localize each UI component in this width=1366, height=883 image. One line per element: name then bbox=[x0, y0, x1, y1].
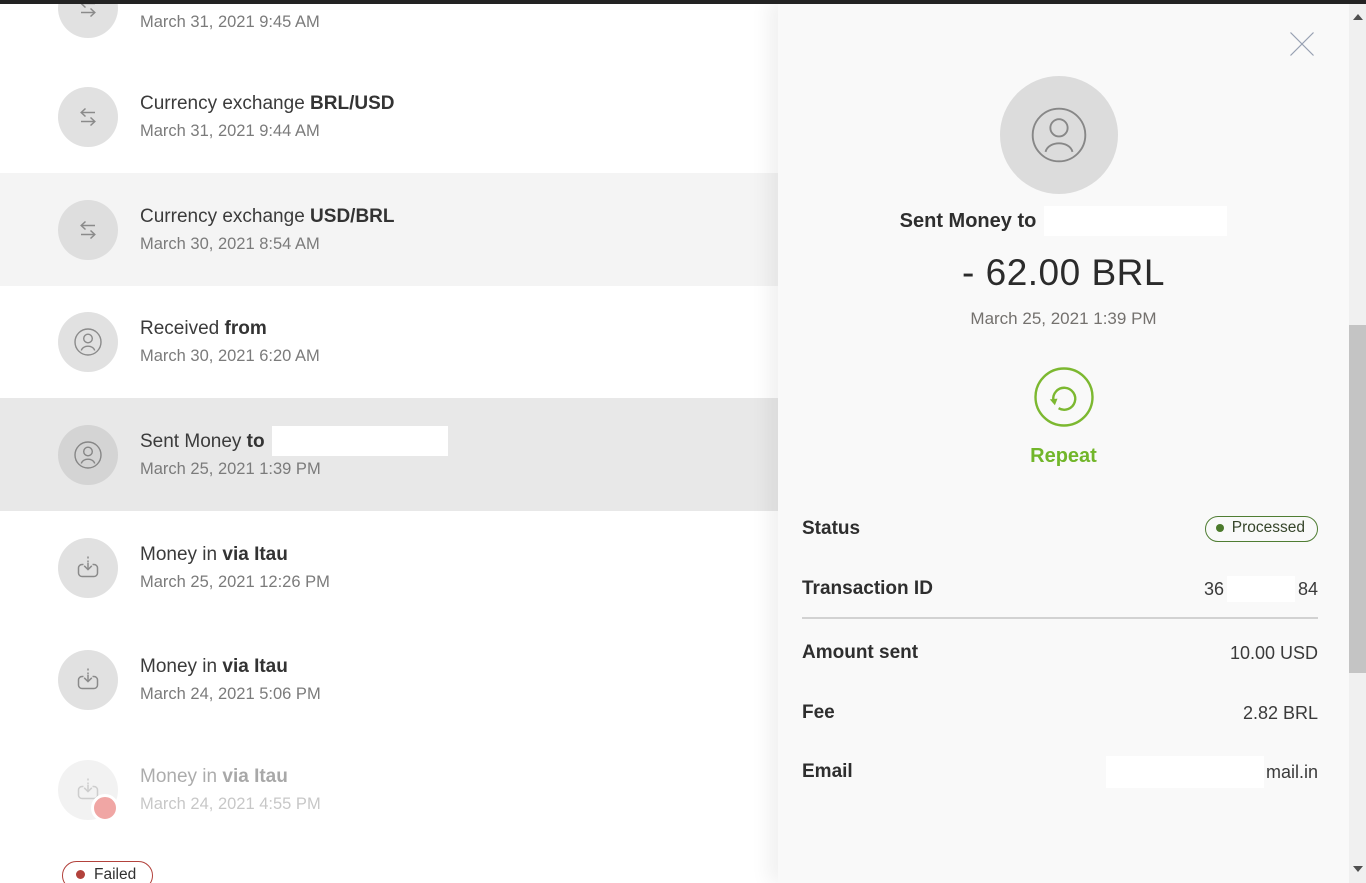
detail-heading: Sent Money to bbox=[900, 210, 1037, 233]
field-row-fee: Fee 2.82 BRL bbox=[802, 698, 1318, 728]
scrollbar-up-icon bbox=[1353, 14, 1363, 20]
processed-badge-label: Processed bbox=[1232, 519, 1305, 537]
field-label: Email bbox=[802, 761, 853, 783]
redacted-recipient-name bbox=[1044, 206, 1227, 236]
transaction-title: Money in via Itau bbox=[140, 652, 321, 681]
transaction-title: Currency exchange BRL/USD bbox=[140, 89, 395, 118]
field-row-transaction-id: Transaction ID 36 84 bbox=[802, 574, 1318, 604]
transaction-title: Money in via Itau bbox=[140, 540, 330, 569]
transaction-row-received[interactable]: Received from March 30, 2021 6:20 AM bbox=[0, 286, 780, 398]
failed-status-badge: Failed bbox=[62, 861, 153, 883]
field-row-amount-sent: Amount sent 10.00 USD bbox=[802, 638, 1318, 668]
scrollbar-thumb[interactable] bbox=[1349, 325, 1366, 673]
redacted-email bbox=[1106, 756, 1264, 788]
transaction-date: March 25, 2021 12:26 PM bbox=[140, 569, 330, 596]
transaction-date: March 24, 2021 4:55 PM bbox=[140, 791, 321, 818]
amount-sent-value: 10.00 USD bbox=[1230, 643, 1318, 664]
scrollbar-up-button[interactable] bbox=[1349, 8, 1366, 25]
transaction-date: March 25, 2021 1:39 PM bbox=[140, 456, 448, 483]
redacted-recipient-name bbox=[272, 426, 448, 456]
processed-status-badge: Processed bbox=[1205, 516, 1318, 542]
transaction-date: March 30, 2021 6:20 AM bbox=[140, 343, 320, 370]
field-label: Amount sent bbox=[802, 642, 918, 664]
transaction-title: Money in via Itau bbox=[140, 762, 321, 791]
money-in-icon bbox=[58, 650, 118, 710]
processed-dot-icon bbox=[1216, 524, 1224, 532]
field-divider bbox=[802, 617, 1318, 619]
scrollbar-down-button[interactable] bbox=[1349, 860, 1366, 877]
exchange-icon bbox=[58, 0, 118, 38]
transaction-detail-panel: Sent Money to - 62.00 BRL March 25, 2021… bbox=[778, 0, 1349, 883]
person-icon bbox=[58, 425, 118, 485]
person-icon bbox=[58, 312, 118, 372]
transaction-datetime: March 25, 2021 1:39 PM bbox=[778, 309, 1349, 329]
transaction-row-exchange-brl-usd[interactable]: Currency exchange BRL/USD March 31, 2021… bbox=[0, 60, 780, 173]
transaction-row-money-in-1[interactable]: Money in via Itau March 25, 2021 12:26 P… bbox=[0, 511, 780, 624]
redacted-transaction-id bbox=[1227, 576, 1295, 602]
close-icon[interactable] bbox=[1288, 30, 1316, 58]
exchange-icon bbox=[58, 200, 118, 260]
transaction-date: March 30, 2021 8:54 AM bbox=[140, 231, 395, 258]
failed-badge-label: Failed bbox=[94, 866, 136, 883]
field-label: Status bbox=[802, 518, 860, 540]
transaction-id-value: 36 84 bbox=[1204, 576, 1318, 602]
money-in-icon bbox=[58, 538, 118, 598]
transaction-date: March 24, 2021 5:06 PM bbox=[140, 681, 321, 708]
scrollbar-down-icon bbox=[1353, 866, 1363, 872]
transaction-row-partial[interactable]: March 31, 2021 9:45 AM bbox=[0, 0, 780, 60]
repeat-label: Repeat bbox=[1030, 445, 1097, 468]
repeat-button[interactable]: Repeat bbox=[778, 366, 1349, 468]
window-top-edge bbox=[0, 0, 1366, 4]
field-label: Fee bbox=[802, 702, 835, 724]
exchange-icon bbox=[58, 87, 118, 147]
vertical-scrollbar[interactable] bbox=[1349, 0, 1366, 883]
field-label: Transaction ID bbox=[802, 578, 933, 600]
transaction-title: Currency exchange USD/BRL bbox=[140, 202, 395, 231]
repeat-icon bbox=[1033, 366, 1095, 433]
failed-notification-dot bbox=[91, 794, 119, 822]
transaction-date: March 31, 2021 9:44 AM bbox=[140, 118, 395, 145]
transaction-row-exchange-usd-brl[interactable]: Currency exchange USD/BRL March 30, 2021… bbox=[0, 173, 780, 286]
avatar bbox=[1000, 76, 1118, 194]
email-value: mail.in bbox=[1106, 756, 1318, 788]
field-row-email: Email mail.in bbox=[802, 756, 1318, 788]
transaction-date: March 31, 2021 9:45 AM bbox=[140, 9, 780, 36]
app-screen: March 31, 2021 9:45 AM Currency exchange… bbox=[0, 0, 1366, 883]
transaction-title: Received from bbox=[140, 314, 320, 343]
transaction-row-sent-money[interactable]: Sent Money to March 25, 2021 1:39 PM bbox=[0, 398, 780, 511]
transaction-title: Sent Money to bbox=[140, 426, 448, 456]
field-row-status: Status Processed bbox=[802, 514, 1318, 544]
transaction-row-money-in-2[interactable]: Money in via Itau March 24, 2021 5:06 PM bbox=[0, 624, 780, 736]
failed-dot-icon bbox=[76, 870, 85, 879]
transaction-amount: - 62.00 BRL bbox=[778, 252, 1349, 294]
fee-value: 2.82 BRL bbox=[1243, 703, 1318, 724]
